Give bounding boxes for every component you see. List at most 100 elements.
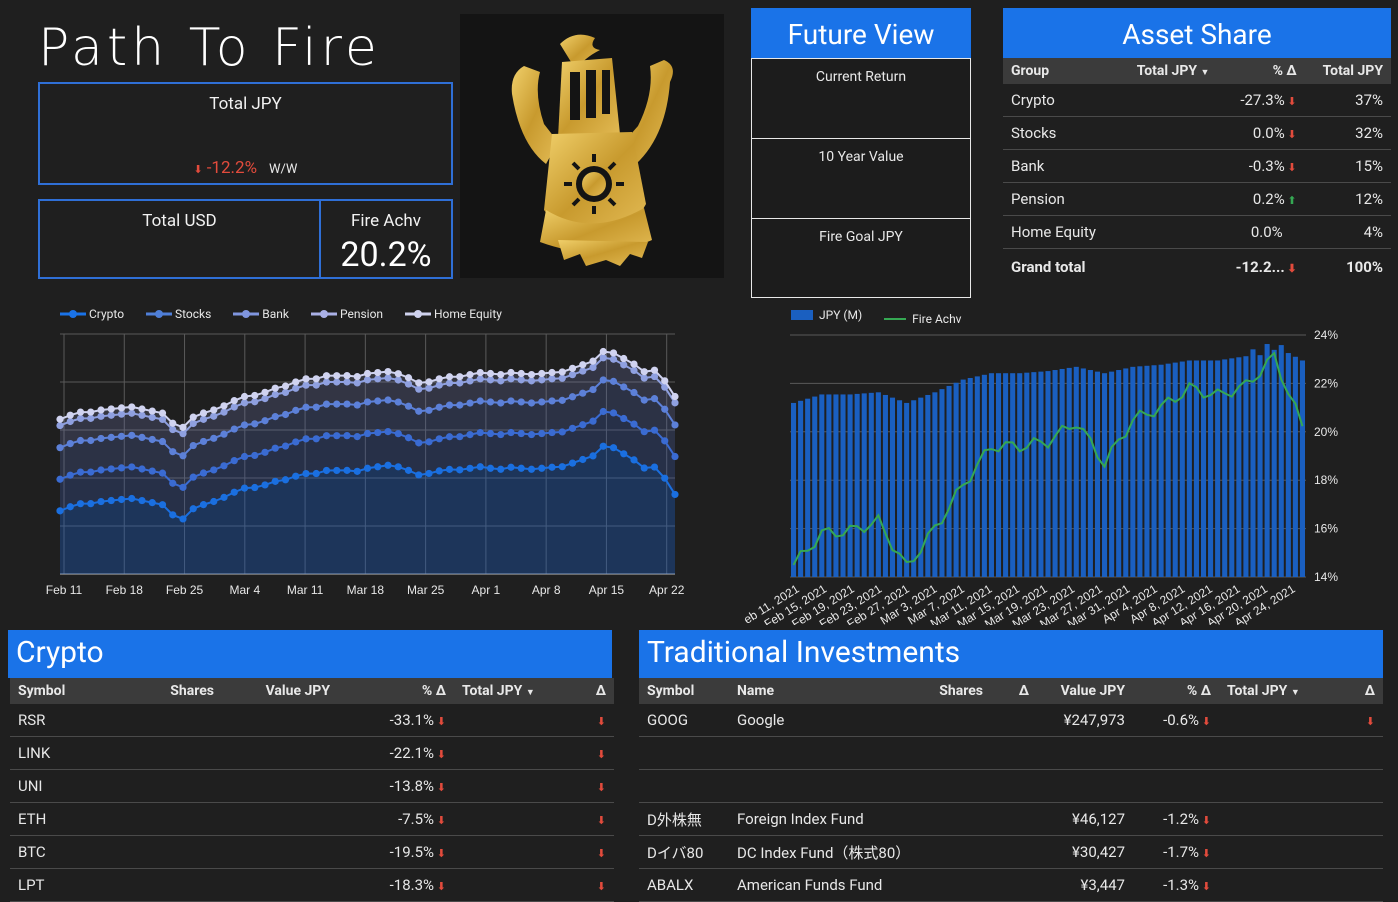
data-point[interactable] [579, 361, 587, 369]
data-point[interactable] [640, 368, 648, 376]
data-point[interactable] [517, 369, 525, 378]
data-point[interactable] [568, 364, 577, 372]
data-point[interactable] [240, 399, 249, 407]
legend-item-stocks[interactable]: Stocks [146, 307, 211, 321]
data-point[interactable] [527, 430, 536, 439]
data-point[interactable] [620, 383, 628, 391]
bar[interactable] [995, 373, 1002, 577]
bar[interactable] [1003, 373, 1009, 577]
data-point[interactable] [486, 369, 495, 378]
col-total-jpy-share[interactable]: Total JPY [1304, 58, 1391, 84]
data-point[interactable] [210, 406, 218, 414]
data-point[interactable] [66, 411, 74, 419]
data-point[interactable] [476, 368, 484, 377]
data-point[interactable] [527, 370, 536, 379]
data-point[interactable] [148, 435, 156, 444]
data-point[interactable] [169, 425, 177, 434]
data-point[interactable] [148, 413, 156, 421]
data-point[interactable] [620, 450, 628, 458]
data-point[interactable] [312, 381, 320, 389]
data-point[interactable] [169, 479, 177, 487]
col-total-jpy-sort[interactable]: Total JPY ▼ [454, 678, 568, 704]
bar[interactable] [1186, 360, 1192, 577]
data-point[interactable] [476, 428, 484, 437]
bar[interactable] [932, 392, 938, 577]
col-shares[interactable]: Shares [915, 678, 991, 704]
bar[interactable] [1102, 373, 1108, 577]
bar[interactable] [1229, 358, 1235, 577]
bar[interactable] [1130, 366, 1136, 577]
bar[interactable] [974, 376, 980, 577]
data-point[interactable] [435, 435, 443, 443]
legend-item-bank[interactable]: Bank [233, 307, 289, 321]
data-point[interactable] [466, 464, 474, 472]
data-point[interactable] [251, 391, 259, 400]
col-pct-delta[interactable]: % Δ [338, 678, 454, 704]
data-point[interactable] [466, 431, 474, 439]
data-point[interactable] [517, 429, 525, 438]
bar[interactable] [1116, 370, 1122, 577]
data-point[interactable] [599, 347, 607, 356]
bar[interactable] [1045, 371, 1051, 577]
data-point[interactable] [538, 369, 546, 378]
data-point[interactable] [374, 375, 382, 383]
data-point[interactable] [538, 464, 546, 472]
data-point[interactable] [158, 437, 167, 446]
data-point[interactable] [445, 379, 454, 387]
bar[interactable] [1158, 364, 1164, 577]
data-point[interactable] [384, 396, 392, 404]
col-pct-delta[interactable]: % Δ [1133, 678, 1219, 704]
data-point[interactable] [374, 463, 382, 471]
data-point[interactable] [148, 407, 156, 415]
data-point[interactable] [210, 412, 218, 420]
data-point[interactable] [230, 397, 238, 405]
data-point[interactable] [128, 409, 136, 417]
data-point[interactable] [138, 405, 146, 413]
data-point[interactable] [425, 469, 433, 478]
bar[interactable] [1250, 349, 1256, 577]
col-total-jpy-sort[interactable]: Total JPY ▼ [1219, 678, 1343, 704]
legend-item-fire-achv[interactable]: Fire Achv [884, 312, 962, 326]
bar[interactable] [1215, 360, 1221, 577]
crypto-row[interactable]: BTC -19.5% ⬇ ⬇ [10, 835, 614, 869]
data-point[interactable] [435, 467, 443, 475]
data-point[interactable] [435, 403, 443, 411]
col-value-jpy[interactable]: Value JPY [1037, 678, 1133, 704]
data-point[interactable] [497, 377, 505, 385]
data-point[interactable] [620, 414, 628, 423]
data-point[interactable] [538, 429, 546, 438]
data-point[interactable] [671, 490, 679, 499]
data-point[interactable] [138, 433, 146, 442]
data-point[interactable] [630, 360, 638, 368]
bar[interactable] [925, 394, 931, 577]
data-point[interactable] [394, 430, 402, 438]
data-point[interactable] [281, 410, 290, 419]
data-point[interactable] [363, 429, 372, 438]
data-point[interactable] [507, 368, 515, 377]
data-point[interactable] [199, 469, 208, 477]
data-point[interactable] [497, 430, 505, 439]
data-point[interactable] [415, 385, 423, 393]
data-point[interactable] [599, 376, 607, 384]
col-shares[interactable]: Shares [116, 678, 222, 704]
bar[interactable] [882, 394, 888, 577]
col-delta[interactable]: Δ [1343, 678, 1383, 704]
data-point[interactable] [199, 437, 208, 446]
data-point[interactable] [312, 403, 320, 411]
data-point[interactable] [445, 373, 454, 381]
legend-item-pension[interactable]: Pension [310, 307, 383, 321]
data-point[interactable] [507, 375, 515, 383]
data-point[interactable] [527, 465, 536, 473]
data-point[interactable] [199, 501, 208, 509]
data-point[interactable] [466, 399, 474, 407]
data-point[interactable] [189, 473, 197, 481]
data-point[interactable] [240, 452, 249, 461]
data-point[interactable] [507, 397, 515, 405]
data-point[interactable] [640, 428, 648, 436]
data-point[interactable] [333, 466, 341, 475]
data-point[interactable] [302, 469, 310, 478]
data-point[interactable] [230, 403, 238, 411]
data-point[interactable] [568, 424, 577, 432]
bar[interactable] [981, 374, 987, 577]
data-point[interactable] [404, 402, 413, 410]
